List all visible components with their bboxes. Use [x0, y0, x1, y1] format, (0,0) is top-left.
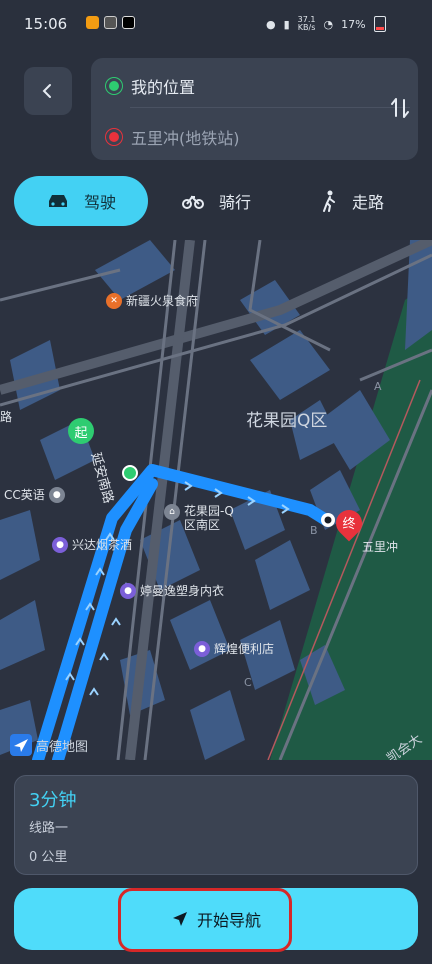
poi-garden-south[interactable]: ⌂ 花果园-Q 区南区 [164, 504, 234, 532]
transport-modes: 驾驶 骑行 走路 [14, 176, 418, 226]
route-duration: 3分钟 [29, 790, 77, 811]
walk-icon [322, 190, 335, 212]
restaurant-icon: ✕ [106, 292, 122, 309]
battery-icon [373, 16, 386, 32]
origin-dot-icon [109, 81, 119, 91]
mode-drive-label: 驾驶 [83, 193, 116, 212]
cart-icon: ● [194, 640, 210, 657]
poi-store[interactable]: ● 辉煌便利店 [194, 640, 274, 657]
link-notification-icon [104, 16, 117, 29]
shop-icon: ● [120, 582, 136, 599]
car-icon [48, 195, 67, 207]
mode-drive[interactable]: 驾驶 [14, 176, 148, 226]
wifi-icon: ◔ [323, 17, 334, 31]
residential-icon: ⌂ [164, 504, 180, 520]
highlight-box [118, 888, 292, 952]
poi-lingerie[interactable]: ● 婷曼逸塑身内衣 [120, 582, 224, 599]
road-label-left: 路 [0, 410, 13, 424]
map-view[interactable]: ✕ 新疆火泉食府 花果园Q区 路 起 延安南路 CC英语 ● ● 兴达烟茶酒 ⌂… [0, 240, 432, 760]
block-letter-a: A [374, 380, 382, 393]
origin-field[interactable]: 我的位置 [109, 74, 195, 98]
destination-dot-icon [109, 132, 119, 142]
education-icon: ● [48, 486, 65, 503]
app-notification-icon [86, 16, 99, 29]
destination-field[interactable]: 五里冲(地铁站) [109, 125, 240, 149]
tiktok-notification-icon [122, 16, 135, 29]
status-time: 15:06 [24, 15, 68, 33]
mode-bike-label: 骑行 [218, 193, 251, 212]
location-icon: ● [266, 17, 276, 31]
status-bar: 15:06 ● ▮ 37.1 KB/s ◔ 17% [0, 0, 432, 50]
block-letter-c: C [244, 676, 252, 689]
poi-tobacco[interactable]: ● 兴达烟茶酒 [52, 536, 132, 553]
mode-walk-label: 走路 [351, 193, 384, 212]
route-name: 线路一 [29, 821, 69, 836]
destination-label: 五里冲(地铁站) [131, 129, 240, 148]
current-location-icon [122, 465, 138, 481]
map-canvas [0, 240, 432, 760]
mode-walk[interactable]: 走路 [290, 176, 414, 226]
battery-percent: 17% [341, 17, 366, 31]
amap-logo-icon [10, 734, 32, 756]
end-marker-label: 终 [342, 517, 356, 532]
chevron-left-icon [42, 84, 51, 98]
back-button[interactable] [24, 67, 72, 115]
notification-icons [86, 16, 135, 29]
mode-bike[interactable]: 骑行 [154, 176, 278, 226]
swap-icon[interactable] [388, 96, 412, 120]
block-letter-b: B [310, 524, 318, 537]
map-logo: 高德地图 [10, 734, 88, 756]
route-option-card[interactable]: 3分钟 线路一 0 公里 [14, 775, 418, 875]
destination-map-label: 五里冲 [362, 540, 399, 554]
shop-icon: ● [52, 536, 68, 553]
net-speed: 37.1 KB/s [297, 15, 316, 32]
start-marker-icon[interactable]: 起 [68, 418, 94, 444]
origin-label: 我的位置 [131, 78, 196, 97]
poi-restaurant[interactable]: ✕ 新疆火泉食府 [106, 292, 198, 309]
bicycle-icon [181, 195, 204, 209]
system-icons: ● ▮ 37.1 KB/s ◔ 17% [266, 16, 386, 32]
area-label: 花果园Q区 [246, 411, 328, 431]
route-distance: 0 公里 [29, 850, 68, 865]
poi-cc-english[interactable]: CC英语 ● [4, 486, 65, 503]
vibrate-icon: ▮ [283, 17, 290, 31]
route-divider [130, 107, 410, 108]
